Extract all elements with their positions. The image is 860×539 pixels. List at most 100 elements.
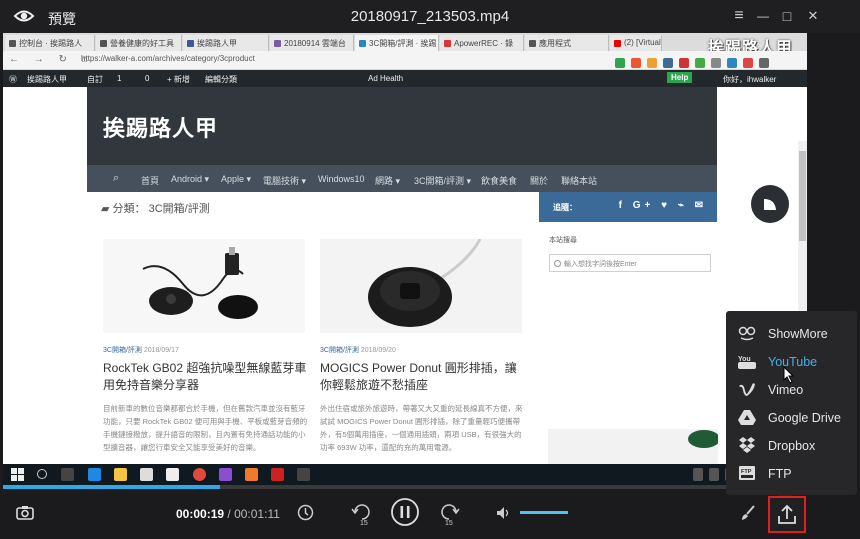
wp-greeting: 你好，ihwalker	[723, 75, 777, 84]
folder-icon: ▰	[101, 203, 113, 215]
nav-item: 3C開箱/評測 ▾	[414, 176, 472, 186]
explorer-icon	[114, 468, 127, 481]
time-display: 00:00:19 / 00:01:11	[176, 507, 280, 521]
url-text: https://walker-a.com/archives/category/3…	[81, 54, 255, 63]
site-title: 挨踢路人甲	[103, 116, 219, 141]
search-icon: ⌕	[113, 172, 120, 184]
nav-item: Windows10	[318, 174, 365, 184]
app-icon	[297, 468, 310, 481]
floating-action-icon	[751, 185, 789, 223]
brush-edit-icon[interactable]	[740, 505, 756, 521]
wp-plugin-link: Ad Health	[368, 74, 404, 83]
extension-icon	[615, 58, 625, 68]
nav-item: 首頁	[141, 176, 160, 186]
browser-tab: 控制台 · 挨踢路人	[5, 35, 95, 51]
forward-label: 15	[445, 520, 453, 526]
share-item-google-drive[interactable]: Google Drive	[726, 403, 857, 431]
browser-tab-active: 3C開箱/評測 · 挨踢	[355, 35, 439, 51]
nav-item: Android ▾	[171, 174, 210, 184]
vimeo-icon	[739, 383, 755, 396]
maximize-button[interactable]: □	[776, 6, 798, 26]
share-item-dropbox[interactable]: Dropbox	[726, 431, 857, 459]
upload-icon	[778, 504, 796, 524]
app-icon	[219, 468, 232, 481]
wp-admin-bar: Ⓦ 挨踢路人甲 自訂 1 0 + 新增 編輯分類 Ad Health Help …	[3, 70, 807, 87]
nav-item: 聯絡本站	[561, 176, 598, 186]
wp-new-link: + 新增	[167, 75, 190, 84]
filezilla-icon	[271, 468, 284, 481]
site-header: 挨踢路人甲	[87, 87, 717, 165]
minimize-button[interactable]: —	[752, 6, 774, 26]
website-content: 挨踢路人甲 ⌕ 首頁 Android ▾ Apple ▾ 電腦技術 ▾ Wind…	[3, 87, 807, 485]
site-nav: ⌕ 首頁 Android ▾ Apple ▾ 電腦技術 ▾ Windows10 …	[87, 165, 717, 192]
tray-icon	[709, 468, 719, 481]
post-title: MOGICS Power Donut 圓形排插，讓你輕鬆旅遊不愁插座	[320, 361, 517, 392]
tab-favicon-icon	[359, 40, 366, 47]
menu-button[interactable]: ≡	[728, 6, 750, 26]
task-view-icon	[61, 468, 74, 481]
player-controls: 00:00:19 / 00:01:11 15 15	[0, 489, 860, 539]
tab-favicon-icon	[614, 40, 621, 47]
svg-text:FTP: FTP	[741, 469, 752, 475]
volume-slider[interactable]	[520, 511, 568, 514]
wp-edit-link: 編輯分類	[205, 75, 237, 84]
mouse-cursor-icon	[783, 366, 795, 384]
category-heading: ▰ 分類： 3C開箱/評測	[101, 203, 210, 215]
screenshot-camera-icon[interactable]	[16, 505, 34, 520]
wp-updates-count: 1	[117, 74, 122, 83]
timer-icon[interactable]	[297, 504, 314, 521]
chrome-icon	[193, 468, 206, 481]
taskbar-search-icon	[37, 469, 47, 479]
share-item-showmore[interactable]: ShowMore	[726, 319, 857, 347]
rewind-15-icon[interactable]: 15	[350, 502, 374, 526]
extension-icon	[727, 58, 737, 68]
extension-icon	[695, 58, 705, 68]
extension-icon	[743, 58, 753, 68]
pause-button[interactable]	[390, 497, 420, 527]
forward-15-icon[interactable]: 15	[437, 502, 461, 526]
volume-icon[interactable]	[496, 506, 512, 520]
share-menu: ShowMore You YouTube Vimeo Google Drive …	[726, 311, 857, 502]
nav-item: 網路 ▾	[375, 176, 401, 186]
store-icon	[140, 468, 153, 481]
rewind-label: 15	[360, 520, 368, 526]
nav-item: 關於	[530, 176, 549, 186]
address-bar: ← → ↻ ⌂ https://walker-a.com/archives/ca…	[3, 51, 807, 70]
post-image	[103, 239, 305, 333]
tab-favicon-icon	[187, 40, 194, 47]
svg-text:You: You	[738, 356, 751, 363]
current-time: 00:00:19	[176, 507, 225, 521]
windows-taskbar	[3, 464, 807, 485]
title-bar: 預覽 20180917_213503.mp4 ≡ — □ ✕	[0, 0, 860, 33]
app-icon	[245, 468, 258, 481]
dropbox-icon	[739, 437, 755, 453]
video-frame[interactable]: 控制台 · 挨踢路人 營養健康的好工具 挨踢路人甲 20180914 雲端台 3…	[3, 33, 807, 485]
tab-favicon-icon	[529, 40, 536, 47]
youtube-icon: You	[738, 356, 756, 369]
close-button[interactable]: ✕	[802, 6, 824, 26]
browser-tab: ApowerREC · 錄	[440, 35, 524, 51]
windows-start-icon	[11, 468, 24, 481]
nav-item: Apple ▾	[221, 174, 252, 184]
upload-share-button[interactable]	[768, 496, 806, 533]
nav-item: 飲食美食	[481, 176, 518, 186]
showmore-icon	[738, 326, 756, 341]
wp-help-button: Help	[667, 72, 693, 83]
share-item-ftp[interactable]: FTP FTP	[726, 459, 857, 487]
social-icons: f G+ ♥ ⌁ ✉	[618, 200, 707, 211]
sidebar-follow-bar: 追隨： f G+ ♥ ⌁ ✉	[539, 192, 717, 222]
extension-icon	[759, 58, 769, 68]
tab-favicon-icon	[444, 40, 451, 47]
mail-icon	[166, 468, 179, 481]
extension-icon	[679, 58, 689, 68]
tab-favicon-icon	[274, 40, 281, 47]
extension-icon	[631, 58, 641, 68]
tab-favicon-icon	[100, 40, 107, 47]
browser-tab: 應用程式	[525, 35, 609, 51]
browser-tab: 挨踢路人甲	[183, 35, 269, 51]
post-title: RockTek GB02 超強抗噪型無線藍芽車用免持音樂分享器	[103, 361, 307, 392]
wp-comments-count: 0	[145, 74, 150, 83]
extension-icon	[663, 58, 673, 68]
browser-tab: 20180914 雲端台	[270, 35, 354, 51]
edge-icon	[88, 468, 101, 481]
